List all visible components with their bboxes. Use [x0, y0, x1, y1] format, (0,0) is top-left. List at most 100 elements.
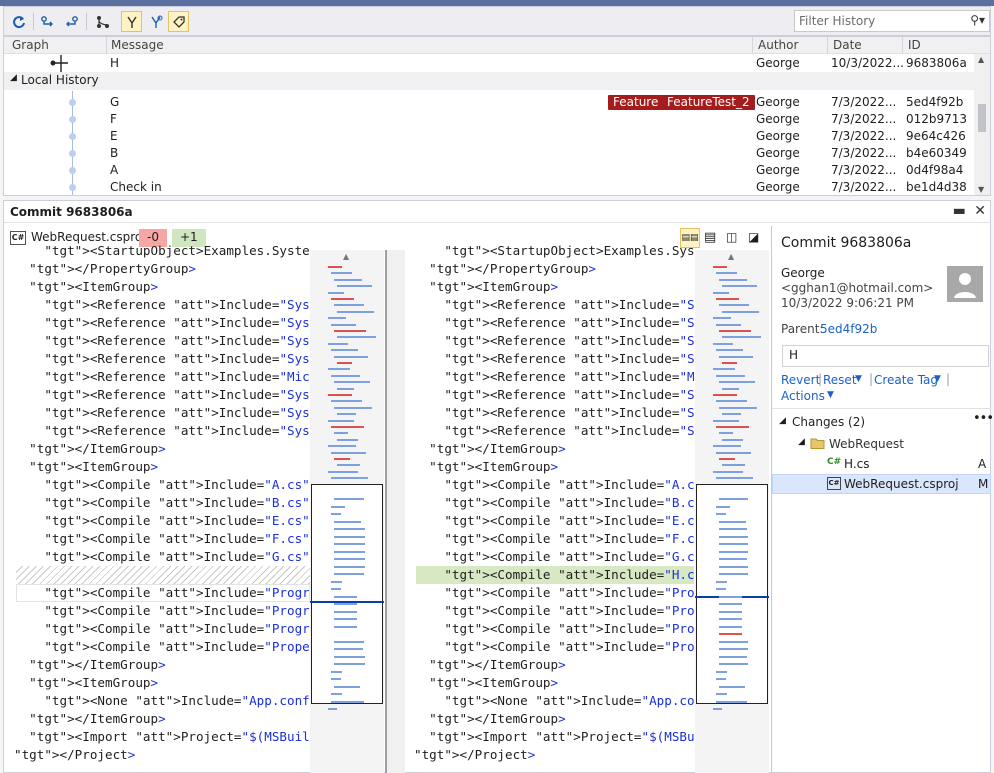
more-options-icon[interactable]: ••• — [973, 411, 994, 426]
minimap-line — [331, 349, 358, 352]
diff-left-editor[interactable]: "tgt"><StartupObject>Examples.System.Net… — [14, 242, 310, 773]
minimap-line — [333, 573, 365, 575]
history-scrollbar[interactable]: ▲ ▼ — [974, 54, 990, 195]
refresh-icon[interactable] — [8, 11, 29, 32]
minimap-line — [334, 304, 364, 307]
folder-row[interactable]: ◢ WebRequest — [772, 434, 991, 454]
minimap-line — [334, 330, 366, 332]
minimap-line — [333, 640, 365, 643]
minimap-line — [722, 438, 743, 441]
search-icon[interactable]: ⚲▾ — [970, 13, 985, 27]
right-minimap[interactable]: ▲ — [695, 250, 769, 773]
minimap-line — [718, 543, 749, 545]
local-history-group[interactable]: ◢ Local History — [4, 72, 976, 90]
code-line: "tgt"><Reference "att">Include="Microsof… — [444, 369, 694, 384]
code-line: "tgt"><Compile "att">Include="A.cs" /> — [444, 477, 694, 492]
minimap-line — [330, 693, 342, 695]
code-line: "tgt"><Compile "att">Include="ProgramAsy… — [444, 585, 694, 600]
right-only-icon[interactable]: ◪ — [748, 230, 759, 244]
column-date[interactable]: Date — [833, 38, 862, 52]
minimap-line — [333, 520, 361, 523]
minimap-line — [722, 310, 759, 313]
column-graph[interactable]: Graph — [12, 38, 49, 52]
go-to-child-icon[interactable] — [37, 11, 58, 32]
reset-dropdown-icon[interactable]: ▼ — [855, 374, 862, 384]
diff-right-editor[interactable]: "tgt"><StartupObject>Examples.System.Ne … — [414, 242, 694, 773]
reset-link[interactable]: Reset — [823, 373, 857, 387]
left-minimap[interactable]: ▲ — [310, 250, 384, 773]
code-line: "tgt"><Compile "att">Include="G.cs" /> — [444, 549, 694, 564]
history-row[interactable]: B George 7/3/2022... b4e60349 — [4, 145, 976, 162]
minimap-line — [718, 663, 749, 665]
close-icon[interactable]: ✕ — [974, 203, 986, 219]
minimap-line — [715, 678, 726, 680]
commit-info-title: Commit 9683806a — [781, 235, 912, 251]
minimap-line — [330, 678, 341, 680]
minimap-line — [722, 362, 737, 364]
changes-collapse-icon[interactable]: ◢ — [779, 416, 786, 426]
commit-message-box[interactable]: H — [782, 345, 989, 367]
scrollbar-thumb[interactable] — [978, 104, 986, 132]
minimap-line — [715, 700, 748, 703]
minimap-line — [334, 381, 370, 384]
create-tag-link[interactable]: Create Tag — [874, 373, 938, 387]
minimap-line — [713, 419, 739, 422]
minimap-line — [330, 588, 341, 590]
filter-history-input[interactable]: Filter History ⚲▾ — [794, 10, 990, 32]
minimap-line — [713, 368, 735, 371]
minimap-line — [713, 342, 733, 345]
actions-dropdown-icon[interactable]: ▼ — [827, 390, 834, 400]
minimap-line — [713, 708, 722, 710]
minimap-line — [333, 603, 357, 605]
minimap-line — [331, 374, 360, 377]
inline-view-icon[interactable]: ▤ — [704, 230, 716, 245]
column-author[interactable]: Author — [758, 38, 798, 52]
show-tags-icon[interactable] — [168, 11, 189, 32]
minimap-line — [333, 528, 366, 530]
history-row[interactable]: E George 7/3/2022... 9e64c426 — [4, 128, 976, 145]
branch-graph-icon[interactable] — [92, 11, 113, 32]
minimap-line — [719, 304, 749, 307]
minimap-line — [716, 400, 747, 403]
minimap-line — [718, 633, 742, 635]
minimap-line — [718, 648, 749, 650]
show-remote-branches-icon[interactable] — [145, 11, 166, 32]
changed-file-row[interactable]: C# H.cs A — [772, 454, 991, 474]
collapse-triangle-icon[interactable]: ◢ — [10, 73, 17, 83]
diff-split-gutter[interactable] — [385, 250, 405, 773]
minimap-line — [713, 445, 741, 448]
history-row[interactable]: F George 7/3/2022... 012b9713 — [4, 111, 976, 128]
minimap-line — [333, 498, 365, 500]
go-to-parent-icon[interactable] — [60, 11, 81, 32]
history-row[interactable]: Check in George 7/3/2022... be1d4d38 — [4, 179, 976, 195]
history-row[interactable]: A George 7/3/2022... 0d4f98a4 — [4, 162, 976, 179]
code-line: "tgt"></Project> — [414, 747, 536, 762]
minimap-line — [331, 272, 352, 275]
history-row-head[interactable]: H George 10/3/2022... 9683806a — [4, 55, 976, 72]
author-email: <gghan1@hotmail.com> — [781, 281, 934, 295]
history-row[interactable]: G Feature FeatureTest_2 George 7/3/2022.… — [4, 94, 976, 111]
minimap-line — [333, 618, 357, 620]
minimize-icon[interactable]: ▬ — [953, 203, 966, 219]
folder-collapse-icon[interactable]: ◢ — [798, 437, 805, 447]
tag-badge[interactable]: Feature — [608, 95, 664, 110]
parent-commit-link[interactable]: 5ed4f92b — [820, 322, 877, 336]
minimap-line — [328, 368, 350, 371]
minimap-line — [719, 278, 747, 281]
minimap-line — [337, 310, 374, 313]
code-line: "tgt"><Reference "att">Include="System.D… — [44, 351, 310, 366]
left-only-icon[interactable]: ◫ — [726, 230, 737, 244]
show-first-parent-icon[interactable] — [121, 11, 142, 32]
column-id[interactable]: ID — [908, 38, 921, 52]
actions-link[interactable]: Actions — [781, 389, 825, 403]
create-tag-dropdown-icon[interactable]: ▼ — [934, 374, 941, 384]
minimap-line — [334, 432, 348, 435]
column-message[interactable]: Message — [111, 38, 164, 52]
changed-file-row-selected[interactable]: C# WebRequest.csproj M — [772, 474, 991, 494]
code-line: "tgt"><Compile "att">Include="Properties… — [444, 639, 694, 654]
revert-link[interactable]: Revert — [781, 373, 820, 387]
minimap-line — [337, 438, 358, 441]
code-line: "tgt"></Project> — [14, 747, 136, 762]
tag-badge[interactable]: FeatureTest_2 — [662, 95, 755, 110]
minimap-line — [715, 513, 726, 515]
